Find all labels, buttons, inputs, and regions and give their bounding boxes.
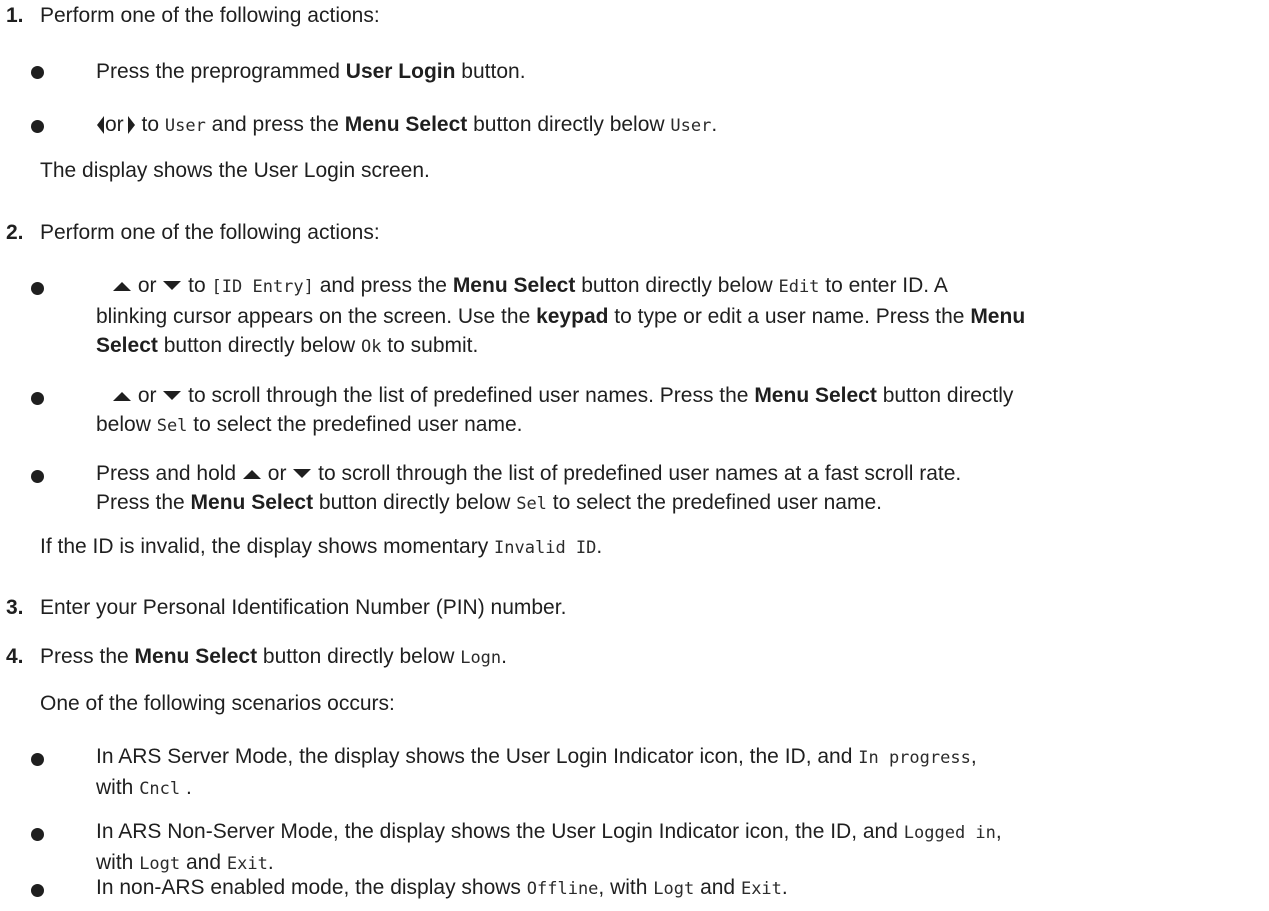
bullet-icon (31, 470, 44, 483)
step-number: 1. (6, 4, 24, 27)
bullet-icon (31, 392, 44, 405)
bullet-icon (31, 120, 44, 133)
down-arrow-icon (163, 391, 182, 401)
step-number: 3. (6, 596, 24, 619)
step-text: Press the (40, 645, 135, 668)
step-number: 4. (6, 645, 24, 668)
right-arrow-icon (127, 116, 135, 135)
down-arrow-icon (163, 281, 182, 291)
bullet-icon (31, 753, 44, 766)
step-note: If the ID is invalid, the display shows … (40, 535, 603, 558)
bullet-icon (31, 884, 44, 897)
up-arrow-icon (113, 282, 131, 292)
down-arrow-icon (293, 469, 312, 479)
step-text: Enter your Personal Identification Numbe… (40, 596, 567, 619)
step-text: Perform one of the following actions: (40, 221, 380, 244)
up-arrow-icon (242, 470, 261, 480)
up-arrow-icon (113, 392, 131, 402)
step-number: 2. (6, 221, 24, 244)
bullet-icon (31, 828, 44, 841)
bullet-icon (31, 282, 44, 295)
step-text: Perform one of the following actions: (40, 4, 380, 27)
bullet-icon (31, 66, 44, 79)
left-arrow-icon (97, 116, 104, 135)
step-note: One of the following scenarios occurs: (40, 692, 395, 715)
step-note: The display shows the User Login screen. (40, 159, 430, 182)
